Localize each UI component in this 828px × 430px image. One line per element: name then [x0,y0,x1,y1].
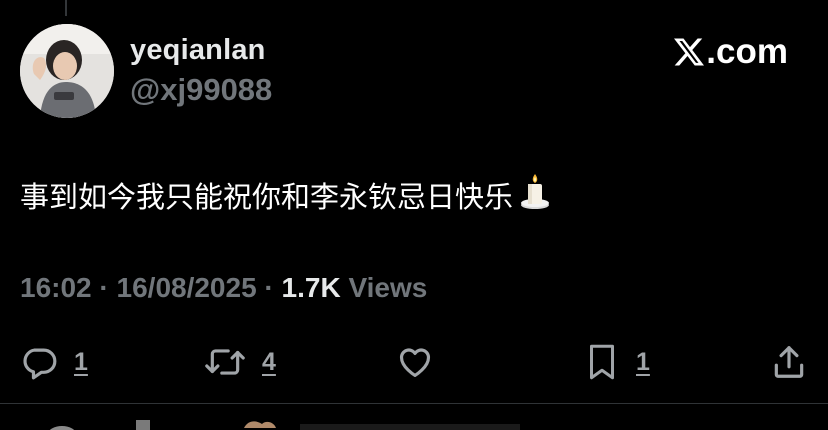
like-button[interactable] [396,338,434,386]
tweet-body: 事到如今我只能祝你和李永钦忌日快乐 [20,172,551,222]
reply-icon [20,343,58,381]
thread-connector-line [65,0,67,16]
reply-button[interactable]: 1 [20,338,88,386]
avatar[interactable] [20,24,114,118]
x-brand-logo: .com [674,32,788,72]
reply-count[interactable]: 1 [74,348,88,377]
display-name[interactable]: yeqianlan [130,34,266,67]
tweet-metadata: 16:02 · 16/08/2025 · 1.7K Views [20,272,427,304]
meta-separator: · [91,272,117,303]
tweet-date[interactable]: 16/08/2025 [117,272,257,303]
bookmark-button[interactable]: 1 [584,338,650,386]
next-tweet-preview [0,414,828,430]
bookmark-icon [584,342,620,382]
brand-domain-text: .com [706,32,788,71]
avatar-photo [20,24,114,118]
views-count: 1.7K [281,272,341,303]
tweet-time[interactable]: 16:02 [20,272,92,303]
tweet-text: 事到如今我只能祝你和李永钦忌日快乐 [20,180,514,214]
divider [0,403,828,404]
x-logo-icon [674,37,705,67]
meta-separator: · [256,272,282,303]
views-label: Views [340,272,428,303]
user-handle[interactable]: @xj99088 [130,72,272,108]
candle-icon [519,172,551,222]
tweet-actions-bar: 1 4 1 [0,338,828,386]
next-tweet-cropped-content [49,420,520,430]
retweet-icon [204,343,246,381]
retweet-count[interactable]: 4 [262,348,276,377]
share-icon [770,343,808,381]
heart-icon [396,343,434,381]
bookmark-count[interactable]: 1 [636,348,650,377]
retweet-button[interactable]: 4 [204,338,276,386]
share-button[interactable] [770,338,808,386]
